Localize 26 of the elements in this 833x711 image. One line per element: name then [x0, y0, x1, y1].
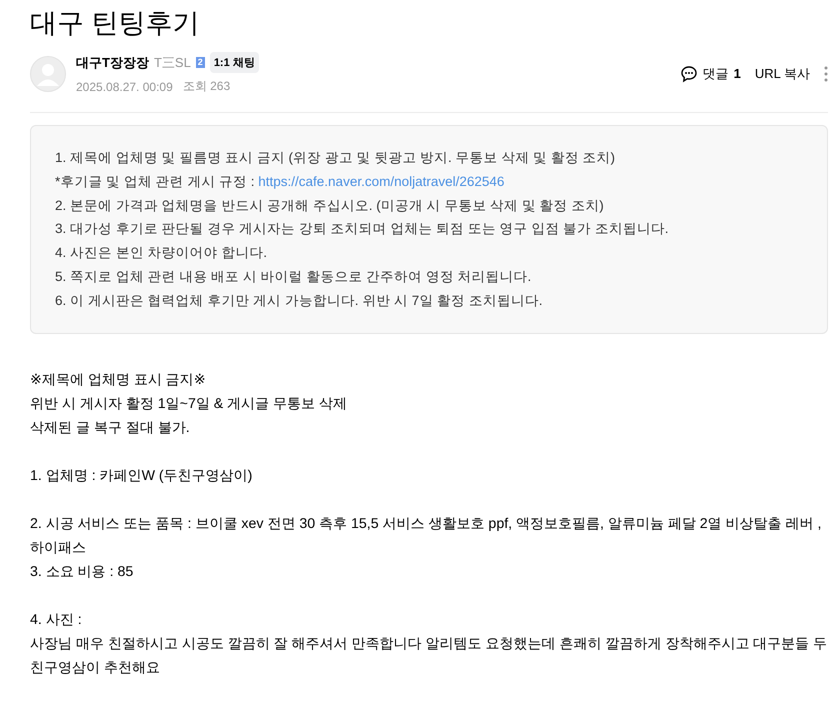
body-text: 삭제된 글 복구 절대 불가. [30, 418, 191, 438]
notice-line: 1. 제목에 업체명 및 필름명 표시 금지 (위장 광고 및 뒷광고 방지. 무통보 삭제 및 활정 조치) [55, 149, 616, 167]
author-name[interactable]: 대구T장장장 [76, 54, 149, 72]
notice-line: 4. 사진은 본인 차량이어야 합니다. [55, 244, 268, 262]
more-icon[interactable] [824, 66, 828, 82]
body-text: 1. 업체명 : 카페인W (두친구영삼이) [30, 466, 254, 486]
notice-line: 3. 대가성 후기로 판단될 경우 게시자는 강퇴 조치되며 업체는 퇴점 또는 영구 입점 불가 조치됩니다. [55, 220, 670, 238]
comments-button[interactable]: 댓글 1 [680, 64, 741, 82]
body-text: 위반 시 게시자 활정 1일~7일 & 게시글 무통보 삭제 [30, 394, 348, 414]
copy-url-button[interactable]: URL 복사 [754, 64, 810, 82]
notice-line: 5. 쪽지로 업체 관련 내용 배포 시 바이럴 활동으로 간주하여 영정 처리됩니다. [55, 268, 532, 286]
body-text: 3. 소요 비용 : 85 [30, 562, 134, 582]
level-badge: 2 [196, 57, 205, 68]
author-tag: T三SL [154, 54, 191, 72]
notice-line: *후기글 및 업체 관련 게시 규정 : https://cafe.naver.com/noljatravel/262546 [55, 172, 506, 191]
notice-line: 2. 본문에 가격과 업체명을 반드시 공개해 주십시오. (미공개 시 무통보 삭제 및 활정 조치) [55, 196, 605, 215]
body-text: ※제목에 업체명 표시 금지※ [30, 370, 207, 390]
body-text: 2. 시공 서비스 또는 품목 : 브이쿨 xev 전면 30 측후 15,5 서비스 생활보호 ppf, 액정보호필름, 알류미늄 페달 2열 비상탈출 레버 ,하이패스 [30, 514, 822, 558]
notice-line: 6. 이 게시판은 협력업체 후기만 게시 가능합니다. 위반 시 7일 활정 조치됩니다. [55, 292, 544, 310]
chat-button[interactable]: 1:1 채팅 [210, 52, 259, 73]
view-count: 조회 263 [182, 78, 230, 95]
body-text: 4. 사진 : [30, 610, 83, 630]
post-title: 대구 틴팅후기 [30, 7, 201, 40]
post-date: 2025.08.27. 00:09 [76, 80, 173, 94]
body-text: 사장님 매우 친절하시고 시공도 깔끔히 잘 해주셔서 만족합니다 알리템도 요청했는데 흔쾌히 깔끔하게 장착해주시고 대구분들 두친구영삼이 추천해요 [30, 634, 828, 678]
comment-icon [680, 64, 698, 82]
